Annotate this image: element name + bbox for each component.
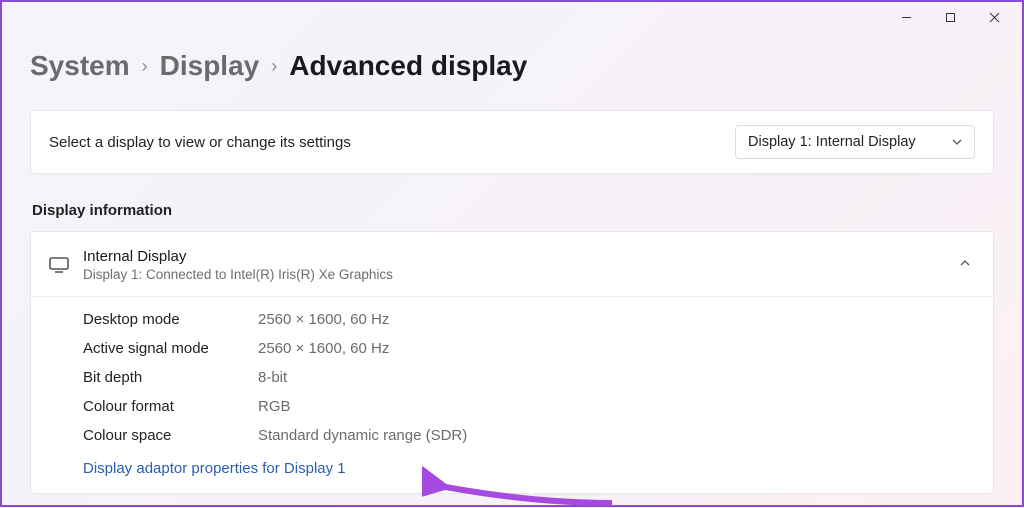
close-button[interactable] — [972, 3, 1016, 31]
display-info-title: Internal Display — [83, 248, 959, 265]
chevron-right-icon: › — [142, 56, 148, 77]
info-row: Desktop mode 2560 × 1600, 60 Hz — [31, 305, 993, 334]
adapter-properties-link[interactable]: Display adaptor properties for Display 1 — [83, 460, 346, 477]
display-selector-dropdown[interactable]: Display 1: Internal Display — [735, 125, 975, 159]
info-value: 2560 × 1600, 60 Hz — [258, 340, 389, 357]
display-info-card: Internal Display Display 1: Connected to… — [30, 231, 994, 494]
info-label: Desktop mode — [83, 311, 258, 328]
display-info-subtitle: Display 1: Connected to Intel(R) Iris(R)… — [83, 267, 959, 282]
info-value: 8-bit — [258, 369, 287, 386]
display-info-body: Desktop mode 2560 × 1600, 60 Hz Active s… — [31, 296, 993, 493]
breadcrumb-display[interactable]: Display — [160, 50, 260, 82]
info-row: Bit depth 8-bit — [31, 363, 993, 392]
chevron-down-icon — [952, 137, 962, 147]
info-row: Active signal mode 2560 × 1600, 60 Hz — [31, 334, 993, 363]
breadcrumb: System › Display › Advanced display — [30, 50, 994, 82]
info-value: RGB — [258, 398, 291, 415]
chevron-right-icon: › — [271, 56, 277, 77]
info-value: 2560 × 1600, 60 Hz — [258, 311, 389, 328]
monitor-icon — [49, 257, 83, 273]
info-label: Active signal mode — [83, 340, 258, 357]
section-heading: Display information — [30, 202, 994, 219]
display-selector-label: Select a display to view or change its s… — [49, 134, 351, 151]
display-selector-card: Select a display to view or change its s… — [30, 110, 994, 174]
breadcrumb-system[interactable]: System — [30, 50, 130, 82]
info-row: Colour format RGB — [31, 392, 993, 421]
page-title: Advanced display — [289, 50, 527, 82]
display-info-header[interactable]: Internal Display Display 1: Connected to… — [31, 232, 993, 296]
info-label: Colour format — [83, 398, 258, 415]
info-value: Standard dynamic range (SDR) — [258, 427, 467, 444]
display-selector-value: Display 1: Internal Display — [748, 134, 916, 150]
info-label: Bit depth — [83, 369, 258, 386]
chevron-up-icon — [959, 256, 971, 274]
maximize-button[interactable] — [928, 3, 972, 31]
minimize-button[interactable] — [884, 3, 928, 31]
info-label: Colour space — [83, 427, 258, 444]
info-row: Colour space Standard dynamic range (SDR… — [31, 421, 993, 450]
window-titlebar — [884, 2, 1022, 32]
